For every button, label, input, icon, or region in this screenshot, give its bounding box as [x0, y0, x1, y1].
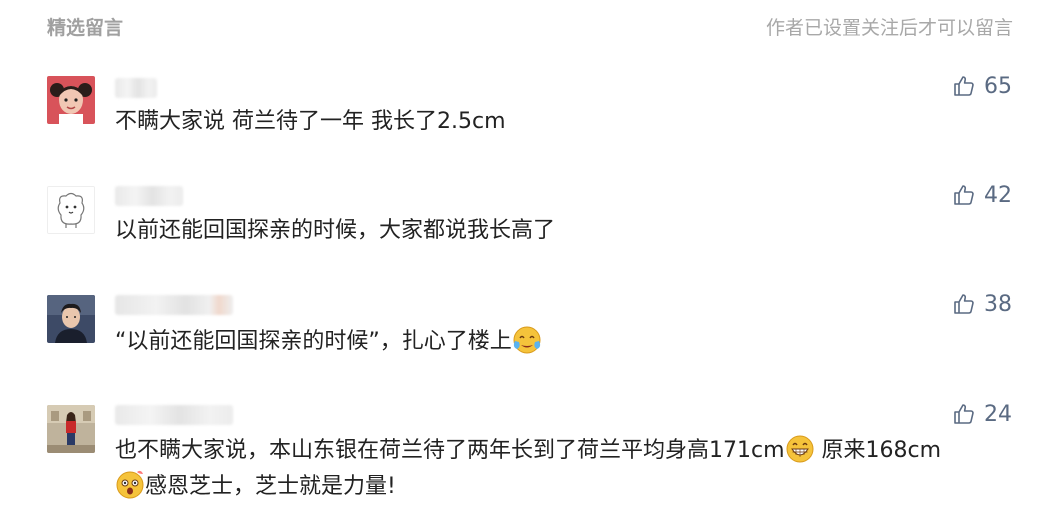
- thumbs-up-icon: [952, 402, 976, 426]
- comment-text: 也不瞒大家说，本山东银在荷兰待了两年长到了荷兰平均身高171cm 原来168cm: [115, 433, 955, 505]
- like-count: 42: [984, 182, 1012, 208]
- like-count: 38: [984, 291, 1012, 317]
- like-button[interactable]: 24: [952, 400, 1012, 428]
- girl-portrait-avatar[interactable]: [47, 76, 95, 124]
- comment-text-part-2: 原来168cm: [814, 438, 942, 463]
- like-button[interactable]: 38: [952, 290, 1012, 318]
- comment-text: 以前还能回国探亲的时候，大家都说我长高了: [115, 218, 556, 243]
- comment-text-body: “以前还能回国探亲的时候”，扎心了楼上: [115, 329, 512, 354]
- thumbs-up-icon: [952, 183, 976, 207]
- like-count: 65: [984, 73, 1012, 99]
- comment-text-part-3: 感恩芝士，芝士就是力量!: [145, 474, 396, 499]
- like-button[interactable]: 42: [952, 181, 1012, 209]
- blurred-username: [115, 405, 233, 425]
- cartoon-sheep-avatar[interactable]: [47, 186, 95, 234]
- crying-face-emoji: [512, 325, 542, 355]
- comment-text: 不瞒大家说 荷兰待了一年 我长了2.5cm: [115, 109, 506, 134]
- thumbs-up-icon: [952, 74, 976, 98]
- blurred-username: [115, 295, 233, 315]
- like-count: 24: [984, 401, 1012, 427]
- section-title: 精选留言: [47, 17, 124, 39]
- man-portrait-avatar[interactable]: [47, 295, 95, 343]
- shocked-face-emoji: [115, 470, 145, 500]
- thumbs-up-icon: [952, 292, 976, 316]
- comments-header: 精选留言 作者已设置关注后才可以留言: [0, 0, 1054, 52]
- blurred-username: [115, 186, 183, 206]
- grin-emoji: [785, 434, 815, 464]
- comment-text-part-1: 也不瞒大家说，本山东银在荷兰待了两年长到了荷兰平均身高171cm: [115, 438, 785, 463]
- like-button[interactable]: 65: [952, 72, 1012, 100]
- comment-permission-note: 作者已设置关注后才可以留言: [765, 17, 1013, 39]
- woman-red-outfit-avatar[interactable]: [47, 405, 95, 453]
- comment-text: “以前还能回国探亲的时候”，扎心了楼上: [115, 324, 955, 360]
- blurred-username: [115, 78, 157, 98]
